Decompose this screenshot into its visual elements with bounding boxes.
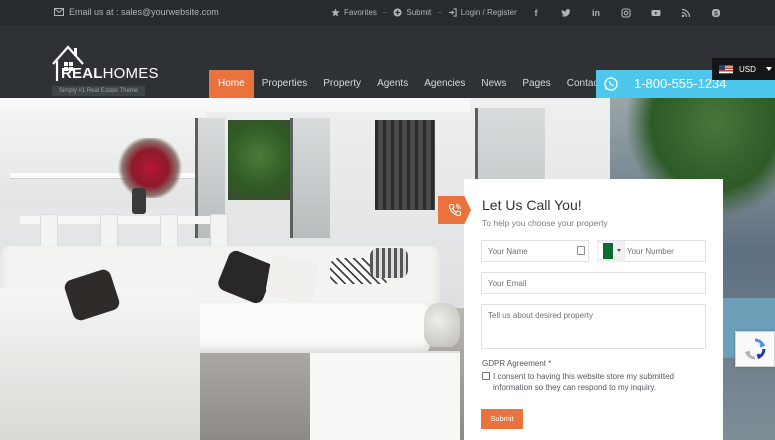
phone-call-icon — [438, 196, 471, 224]
whatsapp-icon — [596, 70, 626, 98]
main-nav: Home Properties Property Agents Agencies… — [209, 70, 609, 98]
top-email[interactable]: Email us at : sales@yourwebsite.com — [54, 7, 219, 17]
login-link[interactable]: Login / Register — [448, 8, 517, 17]
submit-label: Submit — [406, 8, 432, 17]
nav-property[interactable]: Property — [315, 70, 369, 98]
gdpr-checkbox[interactable] — [482, 372, 490, 380]
tagline: Simply #1 Real Estate Theme — [52, 86, 145, 96]
garden-view — [228, 120, 290, 200]
flowers — [115, 138, 185, 198]
top-links: Favorites – Submit – Login / Register — [331, 8, 517, 17]
nav-properties[interactable]: Properties — [254, 70, 316, 98]
chevron-down-icon — [765, 67, 772, 71]
coffee-table — [310, 353, 460, 440]
form-subtitle: To help you choose your property — [482, 218, 608, 228]
form-title: Let Us Call You! — [482, 197, 582, 213]
separator: – — [437, 8, 442, 17]
top-bar: Email us at : sales@yourwebsite.com Favo… — [0, 0, 775, 27]
envelope-icon — [54, 8, 64, 16]
name-placeholder: Your Name — [488, 247, 528, 256]
rss-icon[interactable] — [671, 0, 701, 26]
contact-card-icon — [577, 246, 585, 255]
logo-text: REALHOMES — [61, 65, 159, 82]
favorites-label: Favorites — [344, 8, 377, 17]
submit-button[interactable]: Submit — [481, 409, 523, 429]
nav-pages[interactable]: Pages — [514, 70, 558, 98]
nav-agencies[interactable]: Agencies — [416, 70, 473, 98]
chevron-down-icon — [617, 249, 621, 252]
email-text: Email us at : sales@yourwebsite.com — [69, 7, 219, 17]
gdpr-label: GDPR Agreement * — [482, 359, 552, 368]
svg-text:S: S — [714, 12, 718, 18]
social-links: f in S — [521, 0, 731, 26]
window-blinds — [375, 120, 435, 210]
site-header: REALHOMES Simply #1 Real Estate Theme Ho… — [0, 27, 775, 98]
number-placeholder: Your Number — [627, 247, 674, 256]
facebook-icon[interactable]: f — [521, 0, 551, 26]
login-icon — [448, 8, 457, 17]
site-logo[interactable]: REALHOMES — [51, 42, 158, 82]
pakistan-flag-icon — [599, 243, 613, 259]
glass-door — [290, 118, 330, 238]
email-placeholder: Your Email — [488, 279, 527, 288]
instagram-icon[interactable] — [611, 0, 641, 26]
us-flag-icon — [719, 64, 733, 74]
recaptcha-icon — [744, 338, 766, 360]
currency-label: USD — [739, 64, 756, 74]
login-label: Login / Register — [460, 8, 517, 17]
name-field[interactable]: Your Name — [481, 240, 589, 262]
vase — [132, 188, 146, 214]
message-placeholder: Tell us about desired property — [488, 311, 593, 320]
nav-agents[interactable]: Agents — [369, 70, 416, 98]
nav-home[interactable]: Home — [209, 70, 254, 98]
linkedin-icon[interactable]: in — [581, 0, 611, 26]
recaptcha-badge[interactable] — [735, 331, 775, 367]
favorites-link[interactable]: Favorites — [331, 8, 377, 17]
youtube-icon[interactable] — [641, 0, 671, 26]
nav-news[interactable]: News — [473, 70, 514, 98]
star-icon — [331, 8, 340, 17]
currency-switcher[interactable]: USD — [712, 58, 775, 80]
twitter-icon[interactable] — [551, 0, 581, 26]
message-field[interactable]: Tell us about desired property — [481, 304, 706, 349]
email-field[interactable]: Your Email — [481, 272, 706, 294]
gdpr-text: I consent to having this website store m… — [493, 372, 674, 392]
plus-circle-icon — [393, 8, 402, 17]
pillow — [264, 254, 320, 304]
submit-link[interactable]: Submit — [393, 8, 431, 17]
separator: – — [382, 8, 388, 17]
pillow — [370, 248, 408, 278]
ceramic-jar — [424, 303, 460, 347]
skype-icon[interactable]: S — [701, 0, 731, 26]
